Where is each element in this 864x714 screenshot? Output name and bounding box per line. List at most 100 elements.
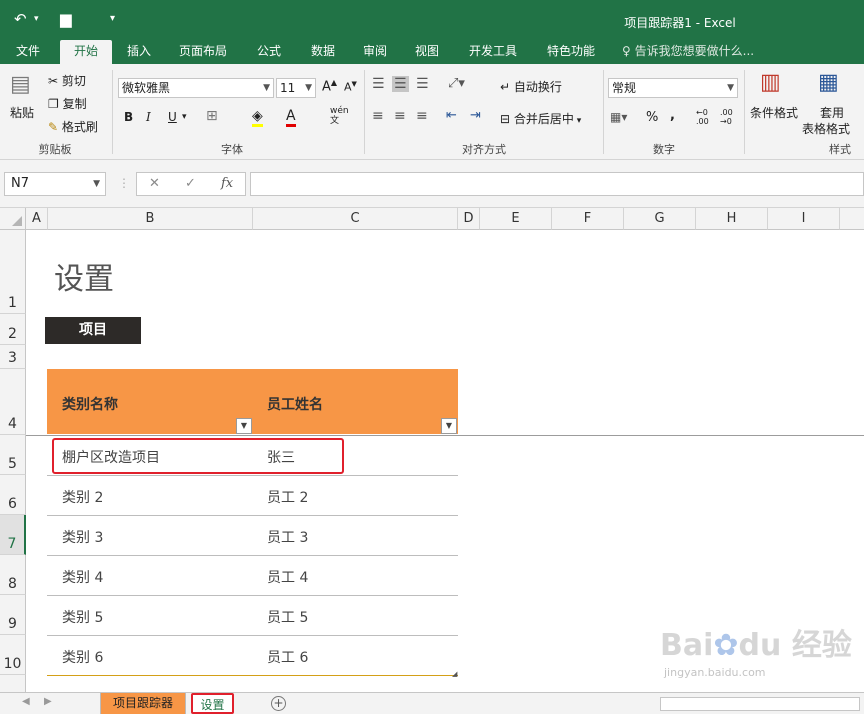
table-cell[interactable]: 员工 3 (267, 527, 308, 547)
enter-icon[interactable]: ✓ (185, 176, 196, 191)
table-cell[interactable]: 类别 2 (62, 487, 103, 507)
underline-button[interactable]: U (168, 110, 177, 124)
number-format-combo[interactable]: 常规 ▼ (608, 78, 738, 98)
row-header-7[interactable]: 7 (0, 515, 26, 555)
italic-button[interactable]: I (146, 110, 151, 124)
sheet-tab-tracker[interactable]: 项目跟踪器 (100, 693, 186, 714)
insert-function-icon[interactable]: fx (221, 176, 233, 191)
cut-button[interactable]: ✂ 剪切 (48, 72, 86, 89)
format-painter-button[interactable]: ✎ 格式刷 (48, 118, 98, 135)
table-cell[interactable]: 员工 5 (267, 607, 308, 627)
add-sheet-icon[interactable]: + (271, 696, 286, 711)
row-header-9[interactable]: 9 (0, 595, 26, 635)
column-header-h[interactable]: H (696, 208, 768, 230)
wrap-text-button[interactable]: ↵ 自动换行 (500, 78, 562, 95)
conditional-format-icon[interactable]: ▥ (760, 70, 781, 95)
next-sheet-icon[interactable]: ▶ (44, 696, 52, 707)
select-all-corner[interactable] (0, 208, 26, 230)
row-header-10[interactable]: 10 (0, 635, 26, 675)
tab-features[interactable]: 特色功能 (538, 40, 604, 64)
tab-page-layout[interactable]: 页面布局 (170, 40, 236, 64)
row-header-next[interactable] (0, 675, 26, 692)
paste-button[interactable]: 粘贴 (10, 104, 34, 121)
column-header-i[interactable]: I (768, 208, 840, 230)
align-left-icon[interactable]: ≡ (372, 108, 384, 124)
font-name-combo[interactable]: 微软雅黑 ▼ (118, 78, 274, 98)
column-header-a[interactable]: A (26, 208, 48, 230)
tab-formulas[interactable]: 公式 (248, 40, 290, 64)
table-resize-handle-icon[interactable]: ◢ (452, 670, 457, 678)
column-header-c[interactable]: C (253, 208, 458, 230)
align-middle-icon[interactable]: ☰ (392, 76, 409, 92)
table-cell[interactable]: 类别 4 (62, 567, 103, 587)
bold-button[interactable]: B (124, 110, 133, 124)
paste-icon[interactable]: ▤ (10, 72, 31, 97)
accounting-format-icon[interactable]: ▦▾ (610, 110, 627, 124)
formula-input[interactable] (250, 172, 864, 196)
underline-dropdown-icon[interactable]: ▾ (182, 112, 187, 122)
prev-sheet-icon[interactable]: ◀ (22, 696, 30, 707)
increase-decimal-icon[interactable]: ←0.00 (696, 108, 709, 126)
shrink-font-icon[interactable]: A▼ (344, 80, 357, 94)
filter-dropdown-icon[interactable]: ▼ (441, 418, 457, 434)
undo-dropdown-icon[interactable]: ▾ (34, 14, 39, 24)
folder-icon[interactable]: ▆ (60, 10, 72, 28)
font-size-combo[interactable]: 11 ▼ (276, 78, 316, 98)
table-cell[interactable]: 员工 6 (267, 647, 308, 667)
row-header-1[interactable]: 1 (0, 230, 26, 314)
column-header-d[interactable]: D (458, 208, 480, 230)
column-header-f[interactable]: F (552, 208, 624, 230)
row-header-4[interactable]: 4 (0, 369, 26, 435)
column-header-g[interactable]: G (624, 208, 696, 230)
row-header-3[interactable]: 3 (0, 345, 26, 369)
table-cell[interactable]: 类别 5 (62, 607, 103, 627)
format-as-table-label-1[interactable]: 套用 (820, 104, 844, 121)
decrease-decimal-icon[interactable]: .00 →0 (720, 108, 733, 126)
comma-style-icon[interactable]: , (670, 108, 675, 123)
conditional-format-button[interactable]: 条件格式 (750, 104, 798, 121)
align-center-icon[interactable]: ≡ (394, 108, 406, 124)
orientation-icon[interactable]: ⤢▾ (448, 76, 465, 91)
align-right-icon[interactable]: ≡ (416, 108, 428, 124)
resize-handle-icon[interactable]: ⋮ (118, 176, 130, 190)
tab-view[interactable]: 视图 (406, 40, 448, 64)
table-cell[interactable]: 员工 2 (267, 487, 308, 507)
column-header-next[interactable] (840, 208, 864, 230)
copy-button[interactable]: ❐ 复制 (48, 95, 87, 112)
increase-indent-icon[interactable]: ⇥ (470, 108, 481, 123)
row-header-6[interactable]: 6 (0, 475, 26, 515)
column-header-b[interactable]: B (48, 208, 253, 230)
grow-font-icon[interactable]: A▲ (322, 78, 337, 94)
merge-center-button[interactable]: ⊟ 合并后居中 ▾ (500, 110, 581, 127)
tab-data[interactable]: 数据 (302, 40, 344, 64)
align-top-icon[interactable]: ☰ (372, 76, 385, 92)
tab-home[interactable]: 开始 (60, 40, 112, 64)
fill-color-icon[interactable]: ◈ (252, 108, 263, 127)
row-header-8[interactable]: 8 (0, 555, 26, 595)
undo-icon[interactable]: ↶ (14, 10, 27, 28)
table-cell[interactable]: 类别 6 (62, 647, 103, 667)
format-as-table-icon[interactable]: ▦ (818, 70, 839, 95)
tab-insert[interactable]: 插入 (118, 40, 160, 64)
borders-icon[interactable]: ⊞ (206, 108, 218, 124)
sheet-tab-settings[interactable]: 设置 (191, 693, 234, 714)
format-as-table-label-2[interactable]: 表格格式 (802, 120, 850, 137)
row-header-5[interactable]: 5 (0, 435, 26, 475)
table-cell[interactable]: 员工 4 (267, 567, 308, 587)
column-header-e[interactable]: E (480, 208, 552, 230)
tab-review[interactable]: 审阅 (354, 40, 396, 64)
tell-me-box[interactable]: ♀ 告诉我您想要做什么... (622, 40, 754, 64)
horizontal-scrollbar[interactable] (660, 697, 860, 711)
customize-qat-icon[interactable]: ▾ (110, 13, 115, 24)
tab-developer[interactable]: 开发工具 (460, 40, 526, 64)
phonetic-icon[interactable]: wén 文 (330, 106, 349, 126)
decrease-indent-icon[interactable]: ⇤ (446, 108, 457, 123)
tab-file[interactable]: 文件 (8, 40, 48, 64)
percent-button[interactable]: % (646, 110, 658, 125)
align-bottom-icon[interactable]: ☰ (416, 76, 429, 92)
row-header-2[interactable]: 2 (0, 314, 26, 345)
name-box[interactable]: N7 ▼ (4, 172, 106, 196)
cancel-icon[interactable]: ✕ (149, 176, 160, 191)
table-cell[interactable]: 类别 3 (62, 527, 103, 547)
filter-dropdown-icon[interactable]: ▼ (236, 418, 252, 434)
